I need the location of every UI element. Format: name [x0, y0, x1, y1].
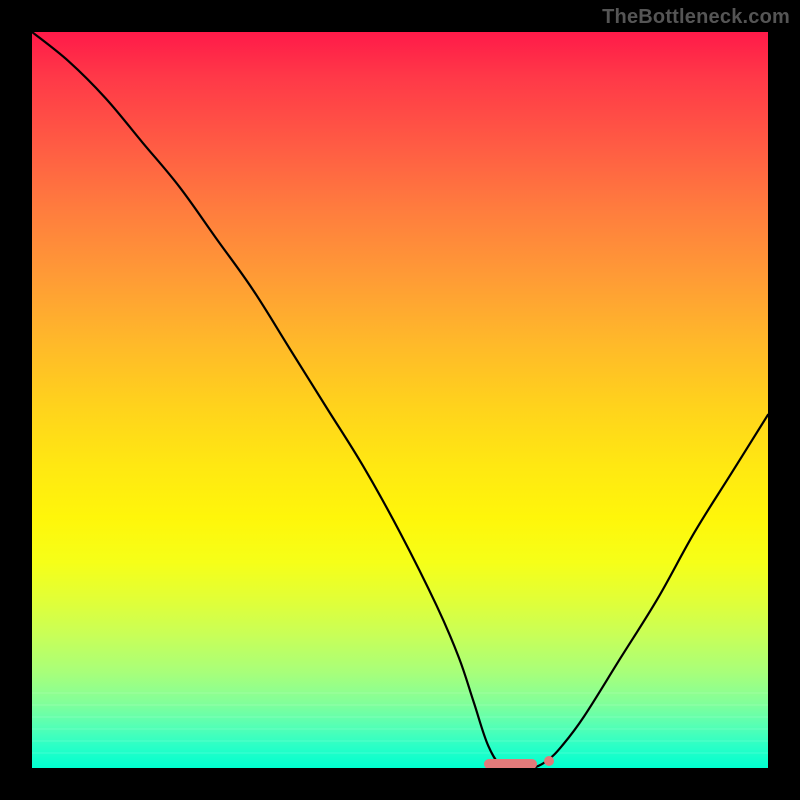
optimal-range-marker: [484, 759, 537, 768]
bottleneck-curve: [32, 32, 768, 768]
watermark-text: TheBottleneck.com: [602, 6, 790, 29]
chart-frame: TheBottleneck.com: [0, 0, 800, 800]
plot-area: [32, 32, 768, 768]
